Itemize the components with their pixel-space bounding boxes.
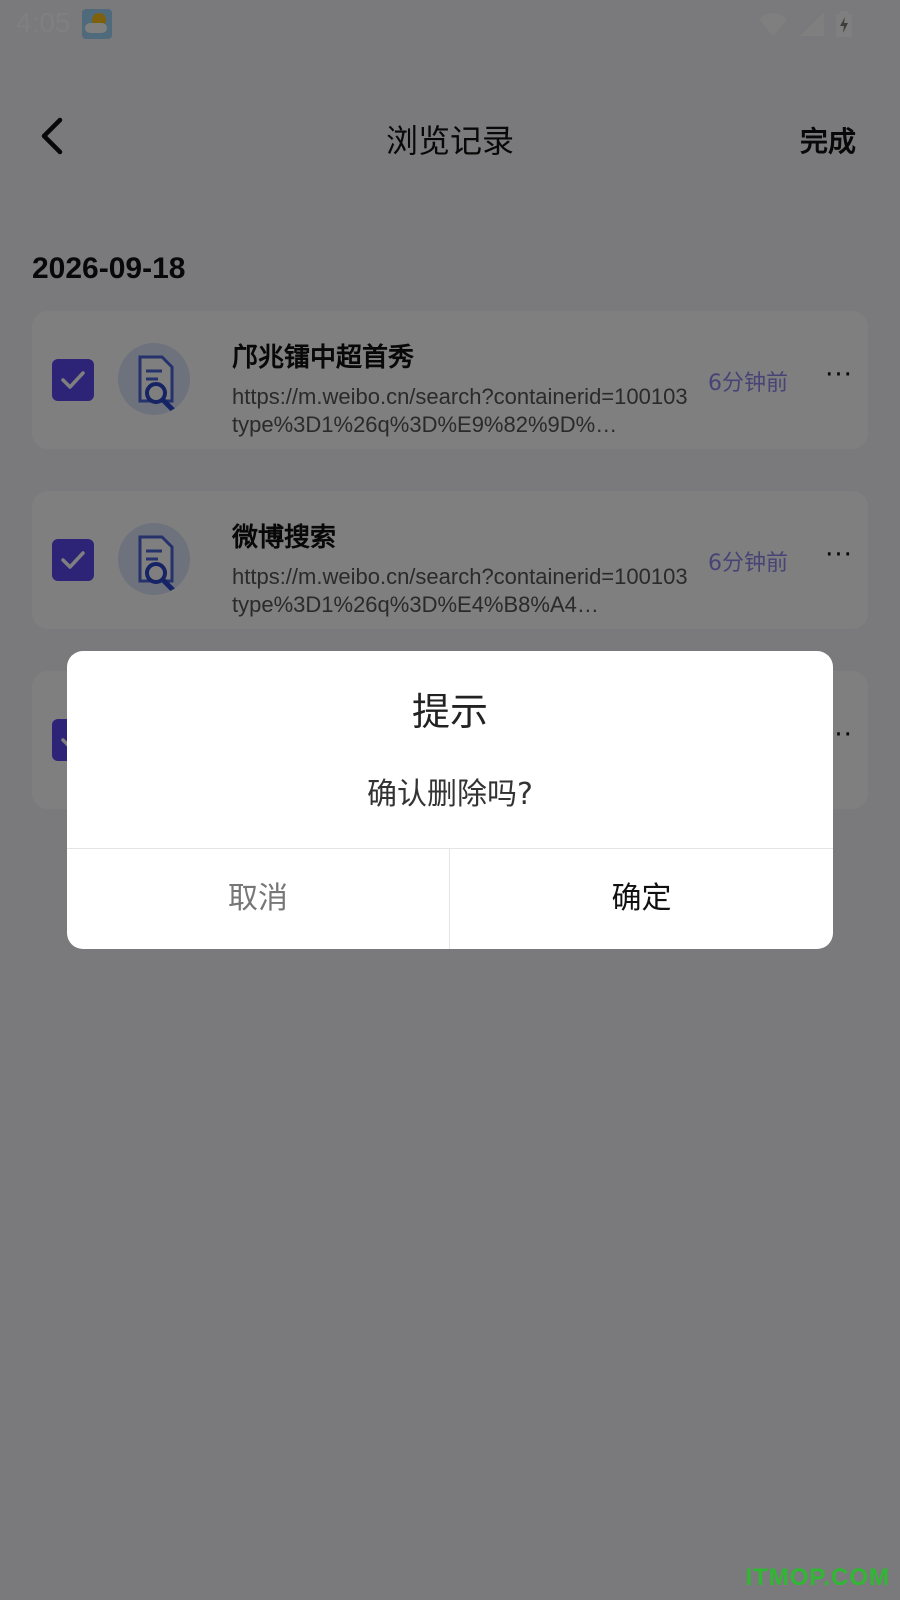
confirm-button[interactable]: 确定 (450, 849, 833, 949)
dialog-message: 确认删除吗? (367, 777, 533, 812)
dialog-title: 提示 (411, 690, 488, 734)
watermark: ITMOP.COM (745, 1564, 890, 1591)
confirm-dialog: 提示 确认删除吗? 取消 确定 (67, 651, 833, 949)
cancel-button[interactable]: 取消 (67, 849, 449, 949)
